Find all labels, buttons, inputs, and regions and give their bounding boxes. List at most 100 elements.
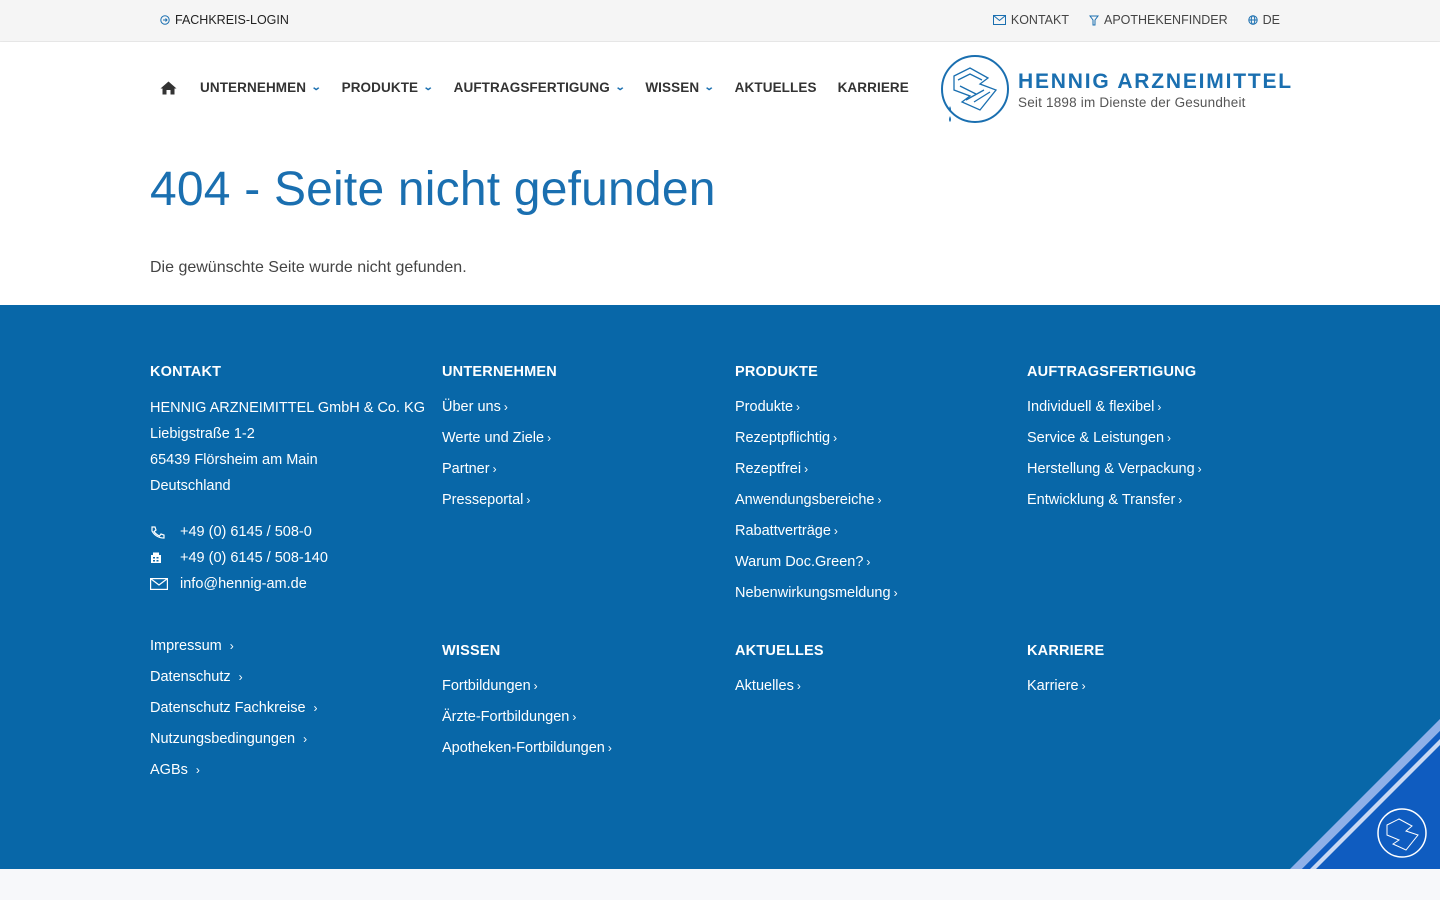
chevron-right-icon: › [877,493,882,507]
footer-link-aktuelles[interactable]: Aktuelles › [735,677,824,708]
footer-link-entwicklung-transfer[interactable]: Entwicklung & Transfer › [1027,491,1202,522]
footer-link-presseportal[interactable]: Presseportal › [442,491,557,522]
chevron-right-icon: › [893,586,898,600]
footer-auftragsfertigung-column: AUFTRAGSFERTIGUNG Individuell & flexibel… [1027,364,1202,522]
main-navigation: UNTERNEHMEN ⌄ PRODUKTE ⌄ AUFTRAGSFERTIGUNG… [160,80,930,95]
nav-aktuelles[interactable]: AKTUELLES [735,80,817,95]
agbs-link[interactable]: AGBs › [150,761,425,792]
chevron-right-icon: › [1197,462,1202,476]
datenschutz-label: Datenschutz [150,669,231,685]
language-selector[interactable]: DE [1247,13,1280,27]
chevron-right-icon: › [833,524,838,538]
footer-link-produkte[interactable]: Produkte › [735,398,898,429]
chevron-right-icon: › [1178,493,1183,507]
chevron-right-icon: › [804,462,809,476]
footer-link-rabattvertraege[interactable]: Rabattverträge › [735,522,898,553]
footer-link-fortbildungen[interactable]: Fortbildungen › [442,677,612,708]
address-line: 65439 Flörsheim am Main [150,452,318,468]
footer-aktuelles-heading: AKTUELLES [735,643,824,659]
nutzungsbedingungen-label: Nutzungsbedingungen [150,731,296,747]
nav-karriere[interactable]: KARRIERE [838,80,909,95]
footer-karriere-links: Karriere › [1027,677,1104,708]
impressum-link[interactable]: Impressum › [150,637,425,668]
chevron-right-icon: › [833,431,838,445]
footer-link-label: Presseportal [442,492,524,508]
nav-produkte[interactable]: PRODUKTE ⌄ [342,80,434,95]
footer-wissen-column: WISSEN Fortbildungen › Ärzte-Fortbildunge… [442,643,612,770]
footer-link-ueber-uns[interactable]: Über uns › [442,398,557,429]
footer-link-label: Entwicklung & Transfer [1027,492,1176,508]
nav-unternehmen[interactable]: UNTERNEHMEN ⌄ [200,80,322,95]
logo-emblem-icon [941,55,1009,123]
footer-link-label: Produkte [735,399,794,415]
address-line: HENNIG ARZNEIMITTEL GmbH & Co. KG [150,400,426,416]
footer-link-rezeptpflichtig[interactable]: Rezeptpflichtig › [735,429,898,460]
footer-link-rezeptfrei[interactable]: Rezeptfrei › [735,460,898,491]
company-address: HENNIG ARZNEIMITTEL GmbH & Co. KG Liebig… [150,395,425,499]
footer-link-label: Individuell & flexibel [1027,399,1155,415]
datenschutz-link[interactable]: Datenschutz › [150,668,425,699]
nav-auftragsfertigung-label: AUFTRAGSFERTIGUNG [453,80,610,95]
main-header: UNTERNEHMEN ⌄ PRODUKTE ⌄ AUFTRAGSFERTIGUNG… [0,42,1440,138]
phone-row[interactable]: +49 (0) 6145 / 508-0 [150,519,425,545]
kontakt-link[interactable]: KONTAKT [992,13,1069,27]
footer-kontakt-column: KONTAKT HENNIG ARZNEIMITTEL GmbH & Co. K… [150,364,425,792]
login-icon [160,15,170,25]
footer-link-label: Nebenwirkungsmeldung [735,585,891,601]
nav-wissen[interactable]: WISSEN ⌄ [645,80,715,95]
main-content: 404 - Seite nicht gefunden Die gewünscht… [0,138,1440,305]
chevron-down-icon: ⌄ [703,82,715,93]
footer-link-individuell-flexibel[interactable]: Individuell & flexibel › [1027,398,1202,429]
footer-unternehmen-links: Über uns › Werte und Ziele › Partner › Pres… [442,398,557,522]
footer-link-label: Rezeptfrei [735,461,802,477]
globe-icon [1247,15,1258,25]
chevron-right-icon: › [796,679,801,693]
datenschutz-fachkreise-label: Datenschutz Fachkreise [150,700,306,716]
apothekenfinder-link[interactable]: APOTHEKENFINDER [1088,13,1228,27]
nav-aktuelles-label: AKTUELLES [734,80,817,95]
footer-link-herstellung-verpackung[interactable]: Herstellung & Verpackung › [1027,460,1202,491]
company-logo[interactable]: HENNIG ARZNEIMITTEL Seit 1898 im Dienste… [940,54,1293,126]
footer-link-werte-und-ziele[interactable]: Werte und Ziele › [442,429,557,460]
footer-link-warum-doc-green[interactable]: Warum Doc.Green? › [735,553,898,584]
agbs-label: AGBs [150,762,188,778]
chevron-right-icon: › [303,732,308,746]
footer-link-aerzte-fortbildungen[interactable]: Ärzte-Fortbildungen › [442,708,612,739]
footer-link-label: Ärzte-Fortbildungen [442,709,570,725]
footer-kontakt-heading: KONTAKT [150,364,222,380]
chevron-down-icon: ⌄ [614,82,626,93]
chevron-right-icon: › [1167,431,1172,445]
legal-links: Impressum › Datenschutz › Datenschutz Fach… [150,637,425,792]
footer-link-label: Anwendungsbereiche [735,492,875,508]
chevron-right-icon: › [547,431,552,445]
chevron-right-icon: › [1157,400,1162,414]
footer-corner-decoration [1290,719,1440,869]
nav-auftragsfertigung[interactable]: AUFTRAGSFERTIGUNG ⌄ [453,80,626,95]
apothekenfinder-label: APOTHEKENFINDER [1103,13,1228,27]
mail-icon [992,15,1006,25]
email-row[interactable]: info@hennig-am.de [150,571,425,597]
kontakt-label: KONTAKT [1010,13,1069,27]
mail-icon [150,578,168,590]
chevron-right-icon: › [229,639,234,653]
language-label: DE [1262,13,1280,27]
footer-link-apotheken-fortbildungen[interactable]: Apotheken-Fortbildungen › [442,739,612,770]
footer-link-karriere[interactable]: Karriere › [1027,677,1104,708]
address-line: Liebigstraße 1-2 [150,426,255,442]
footer: KONTAKT HENNIG ARZNEIMITTEL GmbH & Co. K… [0,305,1440,869]
footer-auftragsfertigung-heading: AUFTRAGSFERTIGUNG [1027,364,1197,380]
footer-link-anwendungsbereiche[interactable]: Anwendungsbereiche › [735,491,898,522]
footer-link-label: Karriere [1027,678,1079,694]
footer-link-service-leistungen[interactable]: Service & Leistungen › [1027,429,1202,460]
chevron-right-icon: › [238,670,243,684]
footer-aktuelles-links: Aktuelles › [735,677,824,708]
footer-link-label: Warum Doc.Green? [735,554,864,570]
footer-link-partner[interactable]: Partner › [442,460,557,491]
nav-unternehmen-label: UNTERNEHMEN [200,80,307,95]
home-link[interactable] [160,81,177,95]
fachkreis-login-link[interactable]: FACHKREIS-LOGIN [160,13,289,27]
chevron-right-icon: › [533,679,538,693]
nutzungsbedingungen-link[interactable]: Nutzungsbedingungen › [150,730,425,761]
datenschutz-fachkreise-link[interactable]: Datenschutz Fachkreise › [150,699,425,730]
footer-link-nebenwirkungsmeldung[interactable]: Nebenwirkungsmeldung › [735,584,898,615]
